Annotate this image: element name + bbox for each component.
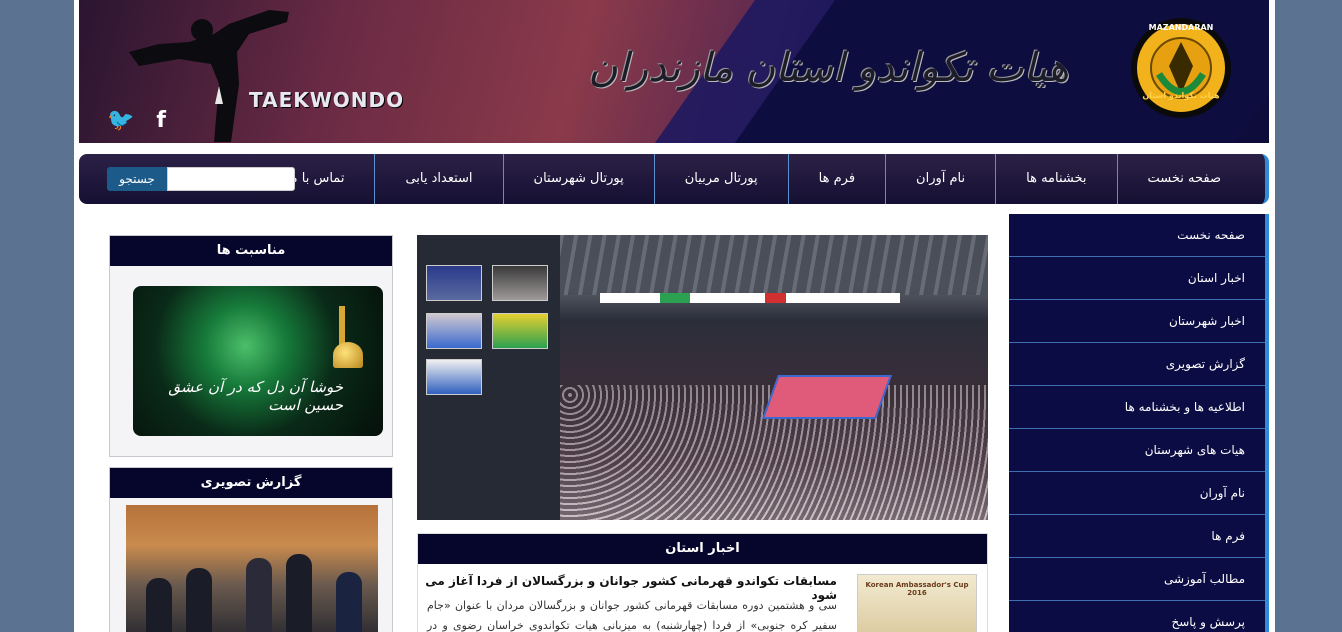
menu-item-home[interactable]: صفحه نخست [1009,214,1265,257]
nav-item-city-portal[interactable]: پورتال شهرستان [502,154,654,204]
nav-item-coaches-portal[interactable]: پورتال مربیان [653,154,788,204]
slider-main-image[interactable] [560,235,988,520]
slider-thumb[interactable] [492,265,548,301]
twitter-icon[interactable]: 🐦 [107,110,134,132]
news-summary: سی و هشتمین دوره مسابقات قهرمانی کشور جو… [427,599,837,632]
menu-item-city-boards[interactable]: هیات های شهرستان [1009,429,1265,472]
nav-item-forms[interactable]: فرم ها [787,154,885,204]
menu-item-photo-report[interactable]: گزارش تصویری [1009,343,1265,386]
occasion-banner-image[interactable]: خوشا آن دل که در آن عشق حسین است [133,286,383,436]
menu-item-forms[interactable]: فرم ها [1009,515,1265,558]
news-image[interactable]: Korean Ambassador's Cup 2016 [857,574,977,632]
dome-shape [333,342,363,368]
nav-item-circulars[interactable]: بخشنامه ها [995,154,1116,204]
person-figure [336,572,362,632]
occasions-title: مناسبت ها [110,236,392,266]
province-news-title: اخبار استان [418,534,987,564]
photo-report-image[interactable] [126,505,378,632]
right-menu: صفحه نخست اخبار استان اخبار شهرستان گزار… [1009,214,1269,632]
menu-item-champions[interactable]: نام آوران [1009,472,1265,515]
svg-text:MAZANDARAN: MAZANDARAN [1149,23,1214,32]
search-form: جستجو [107,167,295,191]
photo-report-box: گزارش تصویری [109,467,393,632]
header-banner: TAEKWONDO هیات تکواندو استان مازندران 🐦 … [79,0,1269,143]
main-nav: صفحه نخست بخشنامه ها نام آوران فرم ها پو… [79,154,1269,204]
occasion-text: خوشا آن دل که در آن عشق حسین است [168,378,343,414]
slider-thumb[interactable] [492,313,548,349]
news-image-caption: Korean Ambassador's Cup 2016 [865,581,969,597]
slider-thumb[interactable] [426,265,482,301]
menu-item-faq[interactable]: پرسش و پاسخ [1009,601,1265,632]
search-button[interactable]: جستجو [107,167,167,191]
person-figure [186,568,212,632]
menu-item-education[interactable]: مطالب آموزشی [1009,558,1265,601]
page: TAEKWONDO هیات تکواندو استان مازندران 🐦 … [74,0,1275,632]
social-links: 🐦 f [107,110,166,132]
person-figure [146,578,172,632]
image-slider [417,235,988,520]
person-figure [286,554,312,632]
slider-thumb[interactable] [426,313,482,349]
minaret-shape [339,306,345,346]
arena-roof [560,235,988,295]
person-figure [246,558,272,632]
province-news-box: اخبار استان مسابقات تکواندو قهرمانی کشور… [417,533,988,632]
menu-item-city-news[interactable]: اخبار شهرستان [1009,300,1265,343]
menu-item-announcements[interactable]: اطلاعیه ها و بخشنامه ها [1009,386,1265,429]
nav-list: صفحه نخست بخشنامه ها نام آوران فرم ها پو… [257,154,1251,204]
menu-item-province-news[interactable]: اخبار استان [1009,257,1265,300]
arena-court [761,375,893,419]
nav-item-home[interactable]: صفحه نخست [1116,154,1251,204]
site-title: هیات تکواندو استان مازندران [588,45,1069,91]
slider-thumb[interactable] [426,359,482,395]
nav-item-champions[interactable]: نام آوران [885,154,995,204]
facebook-icon[interactable]: f [156,110,166,132]
federation-logo-icon[interactable]: MAZANDARAN [1129,14,1233,124]
photo-report-title: گزارش تصویری [110,468,392,498]
brand-wordmark: TAEKWONDO [249,88,405,112]
occasions-box: مناسبت ها خوشا آن دل که در آن عشق حسین ا… [109,235,393,457]
search-input[interactable] [167,167,295,191]
arena-banners [600,293,900,303]
logo-caption: هیات تکواندو استان [1142,91,1220,100]
nav-item-talent[interactable]: استعداد یابی [374,154,502,204]
